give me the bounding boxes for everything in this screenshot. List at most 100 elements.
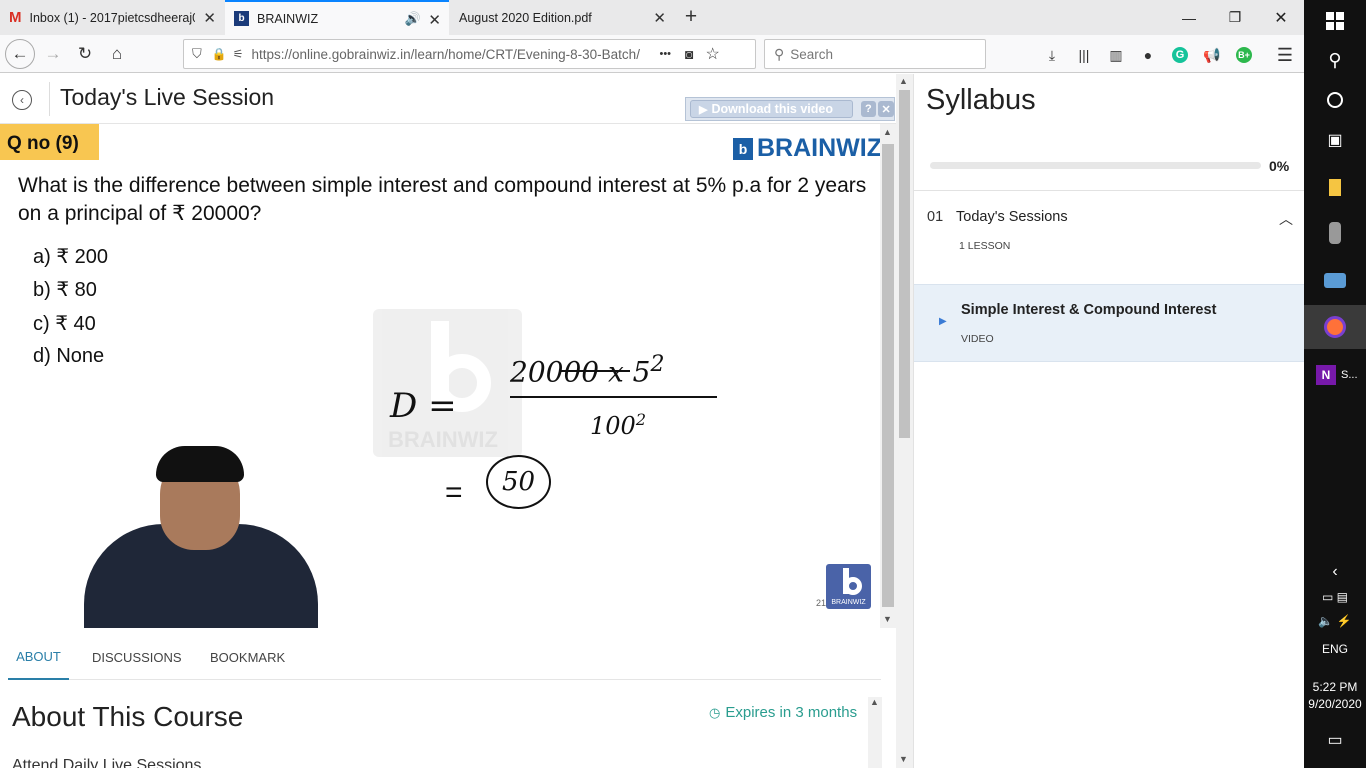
speaker-icon[interactable]: 🔊 (405, 11, 421, 27)
sidebar-toggle-icon[interactable]: ▥ (1106, 45, 1126, 65)
network-battery-icons[interactable]: ▭ ▤ (1304, 586, 1366, 608)
scroll-down-arrow-icon[interactable]: ▼ (899, 754, 908, 764)
tab-title: Inbox (1) - 2017pietcsdheeraj0... (29, 10, 195, 25)
menu-icon[interactable]: ☰ (1275, 45, 1295, 65)
about-scrollbar[interactable]: ▲ (868, 697, 882, 768)
shield-icon: ⛉ (192, 46, 202, 61)
task-view-icon[interactable]: ▣ (1304, 125, 1366, 155)
search-placeholder: Search (790, 46, 834, 62)
chevron-up-icon[interactable]: ︿ (1279, 209, 1293, 229)
megaphone-icon[interactable]: 📢 (1202, 45, 1222, 65)
corner-logo-text: BRAINWIZ (831, 599, 866, 606)
search-icon[interactable]: ⚲ (1304, 45, 1366, 75)
about-scroll-up-icon[interactable]: ▲ (870, 697, 879, 707)
denominator-exponent: 2 (635, 410, 646, 429)
microphone-app-icon[interactable] (1304, 216, 1366, 250)
grammarly-icon[interactable]: G (1170, 45, 1190, 65)
handwriting-denominator: 1002 (590, 410, 646, 440)
video-scroll-up-icon[interactable]: ▲ (883, 127, 892, 137)
result-equals: = (445, 476, 463, 509)
url-text: https://online.gobrainwiz.in/learn/home/… (251, 46, 640, 62)
restore-button[interactable]: ❐ (1212, 0, 1258, 35)
lock-icon: 🔒 (211, 47, 227, 61)
tab-about-label: ABOUT (16, 648, 61, 664)
new-tab-button[interactable]: + (678, 4, 704, 30)
scroll-up-arrow-icon[interactable]: ▲ (899, 76, 908, 86)
video-scroll-thumb[interactable] (882, 144, 894, 607)
brainwiz-favicon: b (234, 11, 249, 26)
close-tab-icon[interactable]: ✕ (428, 11, 441, 29)
video-scroll-down-icon[interactable]: ▼ (883, 614, 892, 624)
strike-line (560, 370, 630, 372)
close-tab-icon[interactable]: ✕ (203, 9, 216, 27)
screen: M Inbox (1) - 2017pietcsdheeraj0... ✕ b … (0, 0, 1366, 768)
browser-nav-bar: ← → ↻ ⌂ ⛉ 🔒 ⚟ https://online.gobrainwiz.… (0, 35, 1304, 73)
firefox-taskbar-icon[interactable] (1304, 305, 1366, 349)
video-player[interactable]: Q no (9) b BRAINWIZ What is the differen… (0, 124, 880, 628)
back-button[interactable]: ← (5, 39, 35, 69)
onenote-label: S... (1341, 369, 1358, 381)
account-icon[interactable]: ● (1138, 45, 1158, 65)
reload-button[interactable]: ↻ (70, 39, 100, 69)
about-first-line: Attend Daily Live Sessions (12, 757, 202, 768)
section-header[interactable]: 01 Today's Sessions 1 LESSON ︿ (914, 191, 1305, 284)
lesson-item[interactable]: ▶ Simple Interest & Compound Interest VI… (914, 284, 1305, 362)
close-icon[interactable]: ✕ (878, 101, 894, 117)
extension-icon[interactable]: B+ (1234, 45, 1254, 65)
close-window-button[interactable]: ✕ (1258, 0, 1304, 35)
tab-pdf[interactable]: August 2020 Edition.pdf ✕ (450, 0, 674, 35)
question-tag: Q no (9) (0, 124, 99, 160)
progress-bar (930, 162, 1261, 169)
tab-discussions[interactable]: DISCUSSIONS (92, 634, 182, 680)
gmail-icon: M (9, 9, 22, 26)
syllabus-sidebar: Syllabus 0% 01 Today's Sessions 1 LESSON… (913, 74, 1305, 768)
play-triangle-icon: ▶ (939, 316, 947, 327)
url-bar[interactable]: ⛉ 🔒 ⚟ https://online.gobrainwiz.in/learn… (183, 39, 756, 69)
watermark-logo: BRAINWIZ (373, 309, 522, 457)
help-icon[interactable]: ? (860, 101, 877, 117)
camera-icon[interactable] (1304, 263, 1366, 297)
bookmark-star-icon[interactable]: ☆ (706, 44, 720, 64)
tab-inbox[interactable]: M Inbox (1) - 2017pietcsdheeraj0... ✕ (0, 0, 224, 35)
result-circle: 50 (486, 455, 551, 509)
language-indicator[interactable]: ENG (1304, 638, 1366, 660)
volume-icon[interactable]: 🔈 ⚡ (1304, 610, 1366, 632)
windows-start-icon[interactable] (1304, 6, 1366, 36)
watermark-text: BRAINWIZ (388, 427, 498, 452)
clock-time[interactable]: 5:22 PM (1304, 678, 1366, 696)
onenote-taskbar-item[interactable]: N S... (1304, 355, 1366, 395)
search-input[interactable]: ⚲ Search (764, 39, 986, 69)
back-circle-icon[interactable]: ‹ (12, 90, 32, 110)
corner-logo: BRAINWIZ (826, 564, 871, 609)
video-scrollbar[interactable]: ▲ ▼ (880, 124, 896, 628)
cortana-icon[interactable] (1304, 85, 1366, 115)
page-actions-button[interactable]: ••• (659, 48, 671, 60)
downloads-icon[interactable]: ⤓ (1042, 45, 1062, 65)
pocket-icon[interactable]: ◙ (685, 46, 693, 62)
option-d: d) None (33, 345, 105, 367)
forward-button[interactable]: → (38, 39, 68, 69)
header-divider (49, 82, 50, 116)
file-explorer-icon[interactable] (1304, 170, 1366, 204)
download-video-button[interactable]: ▶ Download this video (690, 100, 853, 118)
minimize-button[interactable]: — (1166, 0, 1212, 35)
chevron-left-icon[interactable]: ‹ (1304, 560, 1366, 584)
presenter-video (84, 436, 318, 628)
tab-about[interactable]: ABOUT (8, 634, 69, 680)
close-tab-icon[interactable]: ✕ (653, 9, 666, 27)
corner-logo-circle (844, 577, 862, 595)
scroll-thumb[interactable] (899, 90, 910, 438)
library-icon[interactable]: ||| (1074, 45, 1094, 65)
tab-brainwiz[interactable]: b BRAINWIZ 🔊 ✕ (225, 0, 449, 35)
download-video-bar: ▶ Download this video ? ✕ (685, 97, 895, 121)
tab-bookmark[interactable]: BOOKMARK (210, 634, 285, 680)
home-button[interactable]: ⌂ (102, 39, 132, 69)
tab-discussions-label: DISCUSSIONS (92, 649, 182, 665)
main-content: ‹ Today's Live Session Q no (9) b BRAINW… (0, 74, 913, 768)
notifications-icon[interactable]: ▭ (1304, 728, 1366, 752)
clock-date[interactable]: 9/20/2020 (1304, 695, 1366, 713)
syllabus-title: Syllabus (926, 84, 1036, 116)
main-scrollbar[interactable]: ▲ ▼ (896, 74, 913, 768)
handwriting-lhs: D = (390, 386, 457, 426)
option-a: a) ₹ 200 (33, 246, 108, 268)
